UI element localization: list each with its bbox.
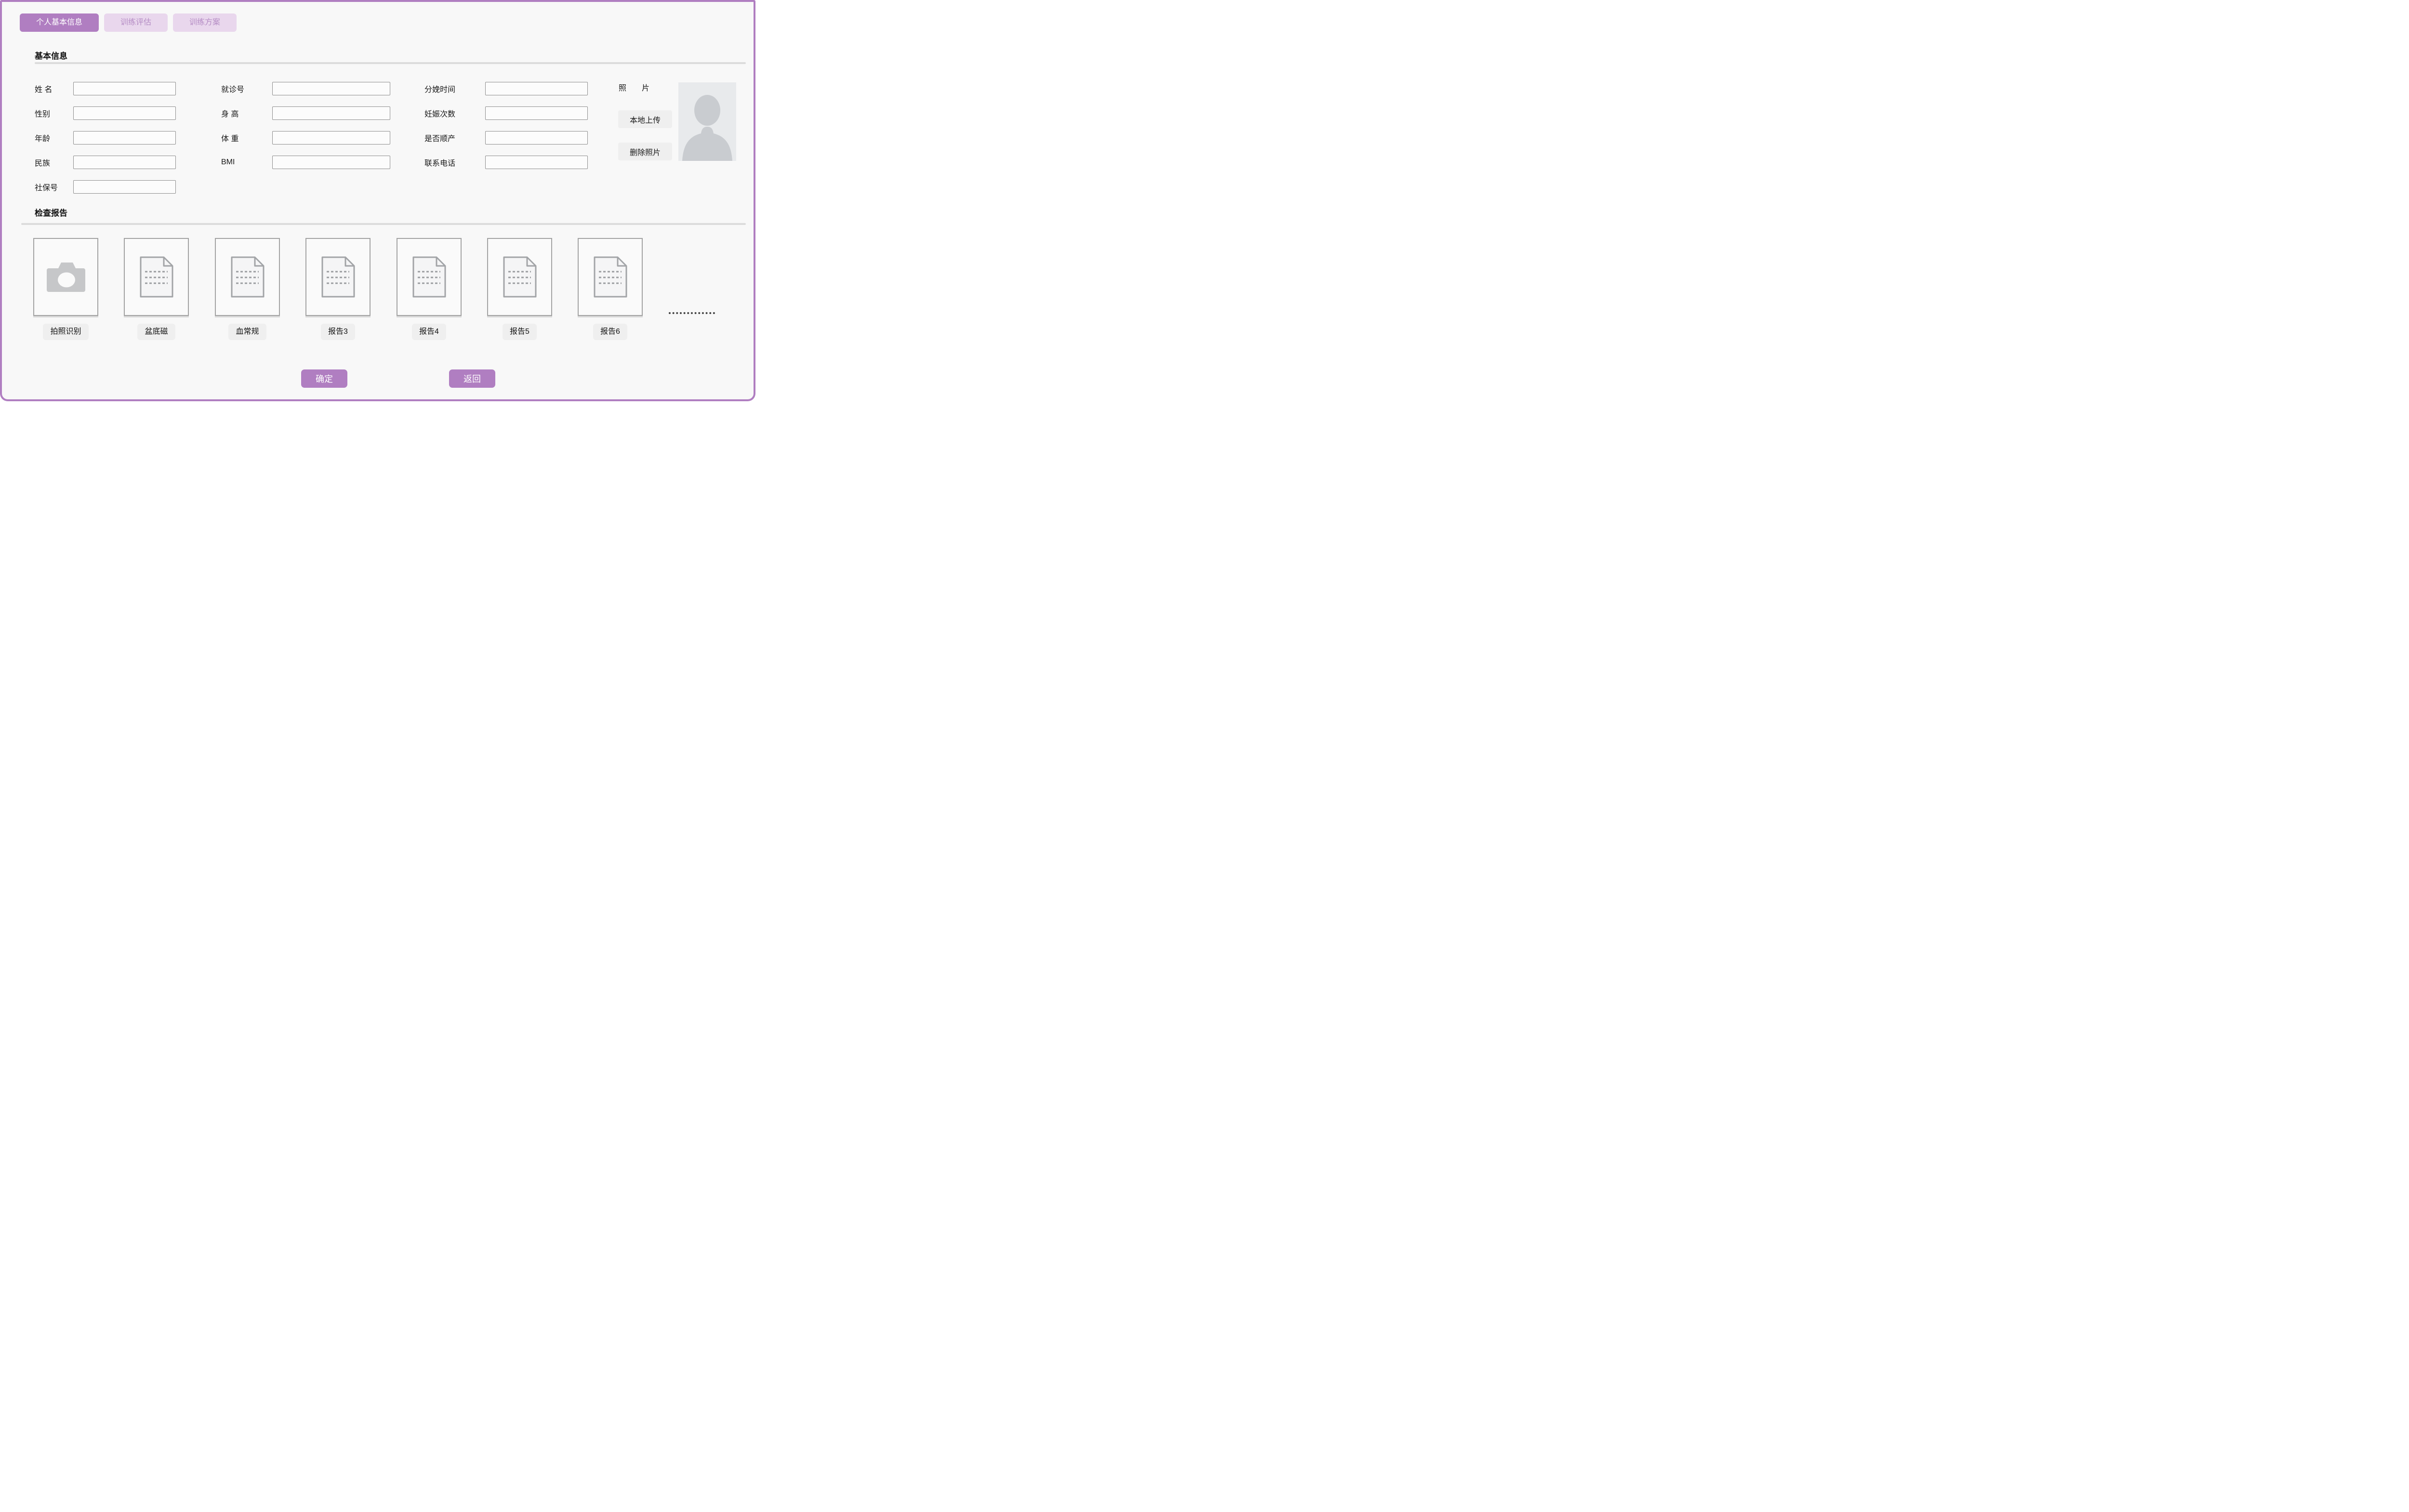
document-icon bbox=[593, 255, 628, 299]
report-item-blood-routine: 血常规 bbox=[215, 238, 280, 340]
person-silhouette-icon bbox=[678, 82, 736, 161]
name-label: 姓 名 bbox=[35, 83, 73, 94]
report-chip-blood-routine[interactable]: 血常规 bbox=[228, 324, 266, 340]
weight-input[interactable] bbox=[272, 131, 390, 145]
weight-row: 体 重 bbox=[221, 131, 390, 145]
age-label: 年龄 bbox=[35, 132, 73, 144]
social-security-no-row: 社保号 bbox=[35, 180, 175, 194]
form-column-1: 姓 名性别年龄民族社保号 bbox=[35, 82, 175, 205]
report-card-report-5[interactable] bbox=[487, 238, 552, 316]
ethnicity-label: 民族 bbox=[35, 157, 73, 168]
confirm-button[interactable]: 确定 bbox=[301, 369, 347, 388]
pregnancy-count-row: 妊娠次数 bbox=[424, 106, 584, 120]
form-column-3: 分娩时间妊娠次数是否顺产联系电话 bbox=[424, 82, 584, 180]
reports-divider bbox=[21, 223, 746, 225]
height-label: 身 高 bbox=[221, 107, 272, 119]
visit-no-input[interactable] bbox=[272, 82, 390, 95]
report-chip-report-5[interactable]: 报告5 bbox=[503, 324, 537, 340]
contact-phone-input[interactable] bbox=[485, 156, 588, 169]
bmi-input[interactable] bbox=[272, 156, 390, 169]
gender-label: 性别 bbox=[35, 107, 73, 119]
document-icon bbox=[411, 255, 447, 299]
photo-label: 照 片 bbox=[619, 82, 649, 95]
pregnancy-count-label: 妊娠次数 bbox=[424, 107, 485, 119]
basic-info-divider bbox=[35, 62, 746, 64]
local-upload-button[interactable]: 本地上传 bbox=[618, 110, 672, 128]
section-title-basic-info: 基本信息 bbox=[35, 49, 67, 61]
report-item-pelvic-floor-magnetic: 盆底磁 bbox=[124, 238, 189, 340]
photo-preview bbox=[678, 82, 736, 161]
report-item-photo-recognition: 拍照识别 bbox=[33, 238, 98, 340]
report-card-photo-recognition[interactable] bbox=[33, 238, 98, 316]
natural-delivery-label: 是否顺产 bbox=[424, 132, 485, 144]
delivery-time-input[interactable] bbox=[485, 82, 588, 95]
tab-training-evaluation[interactable]: 训练评估 bbox=[104, 13, 168, 32]
tab-training-plan[interactable]: 训练方案 bbox=[173, 13, 237, 32]
delete-photo-button[interactable]: 删除照片 bbox=[618, 143, 672, 160]
report-item-report-3: 报告3 bbox=[305, 238, 371, 340]
ethnicity-row: 民族 bbox=[35, 156, 175, 169]
report-card-report-3[interactable] bbox=[305, 238, 371, 316]
gender-input[interactable] bbox=[73, 106, 176, 120]
age-input[interactable] bbox=[73, 131, 176, 145]
visit-no-label: 就诊号 bbox=[221, 83, 272, 94]
document-icon bbox=[320, 255, 356, 299]
report-item-report-4: 报告4 bbox=[397, 238, 462, 340]
report-card-pelvic-floor-magnetic[interactable] bbox=[124, 238, 189, 316]
report-chip-report-3[interactable]: 报告3 bbox=[321, 324, 355, 340]
pregnancy-count-input[interactable] bbox=[485, 106, 588, 120]
visit-no-row: 就诊号 bbox=[221, 82, 390, 95]
camera-icon bbox=[45, 260, 87, 294]
report-chip-report-4[interactable]: 报告4 bbox=[412, 324, 446, 340]
delivery-time-row: 分娩时间 bbox=[424, 82, 584, 95]
natural-delivery-input[interactable] bbox=[485, 131, 588, 145]
tab-bar: 个人基本信息训练评估训练方案 bbox=[20, 13, 237, 32]
social-security-no-label: 社保号 bbox=[35, 181, 73, 193]
contact-phone-label: 联系电话 bbox=[424, 157, 485, 168]
document-icon bbox=[139, 255, 174, 299]
height-input[interactable] bbox=[272, 106, 390, 120]
section-title-reports: 检查报告 bbox=[35, 206, 67, 218]
age-row: 年龄 bbox=[35, 131, 175, 145]
social-security-no-input[interactable] bbox=[73, 180, 176, 194]
report-card-report-4[interactable] bbox=[397, 238, 462, 316]
weight-label: 体 重 bbox=[221, 132, 272, 144]
bmi-label: BMI bbox=[221, 158, 272, 167]
ethnicity-input[interactable] bbox=[73, 156, 176, 169]
report-item-report-6: 报告6 bbox=[578, 238, 643, 340]
report-item-report-5: 报告5 bbox=[487, 238, 552, 340]
name-input[interactable] bbox=[73, 82, 176, 95]
contact-phone-row: 联系电话 bbox=[424, 156, 584, 169]
bmi-row: BMI bbox=[221, 156, 390, 169]
report-chip-photo-recognition[interactable]: 拍照识别 bbox=[43, 324, 88, 340]
height-row: 身 高 bbox=[221, 106, 390, 120]
form-column-2: 就诊号身 高体 重 BMI bbox=[221, 82, 390, 180]
report-chip-pelvic-floor-magnetic[interactable]: 盆底磁 bbox=[137, 324, 175, 340]
report-chip-report-6[interactable]: 报告6 bbox=[593, 324, 627, 340]
back-button[interactable]: 返回 bbox=[449, 369, 495, 388]
patient-info-page: 个人基本信息训练评估训练方案 基本信息 姓 名性别年龄民族社保号 就诊号身 高体… bbox=[0, 0, 755, 401]
document-icon bbox=[230, 255, 265, 299]
report-card-blood-routine[interactable] bbox=[215, 238, 280, 316]
dotted-ellipsis-icon bbox=[669, 305, 715, 314]
delivery-time-label: 分娩时间 bbox=[424, 83, 485, 94]
tab-personal-basic-info[interactable]: 个人基本信息 bbox=[20, 13, 99, 32]
gender-row: 性别 bbox=[35, 106, 175, 120]
document-icon bbox=[502, 255, 538, 299]
name-row: 姓 名 bbox=[35, 82, 175, 95]
report-card-report-6[interactable] bbox=[578, 238, 643, 316]
natural-delivery-row: 是否顺产 bbox=[424, 131, 584, 145]
